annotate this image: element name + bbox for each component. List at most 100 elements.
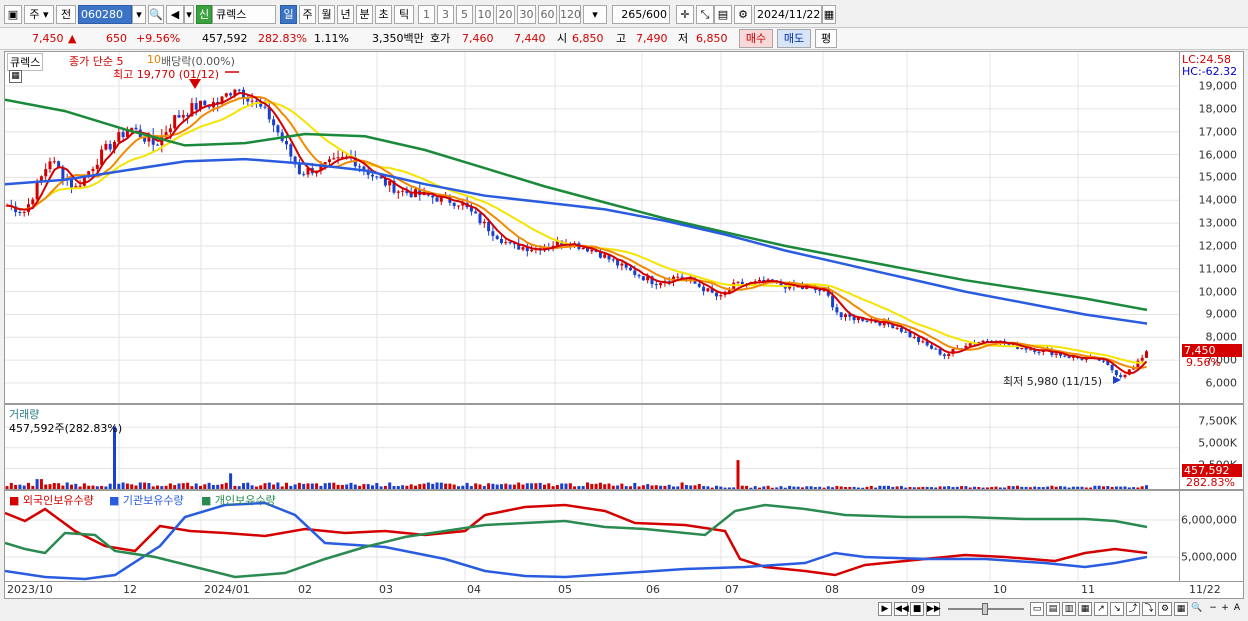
buy-button[interactable]: 매수 xyxy=(739,29,773,48)
candle-body xyxy=(680,276,684,278)
volume-bar xyxy=(237,486,241,489)
trend-icon-4[interactable]: ⤵ xyxy=(1142,602,1156,616)
settings-icon[interactable]: ⚙ xyxy=(1158,602,1172,616)
price-chart-pane[interactable]: 큐렉스 종가 단순 5 10 배당락(0.00%) ▦ 최고 19,770 (0… xyxy=(4,51,1180,404)
volume-bar xyxy=(637,486,641,489)
volume-bar xyxy=(156,485,159,489)
date-field[interactable]: 2024/11/22 xyxy=(754,5,822,24)
volume-bar xyxy=(801,487,804,489)
layout-icon-4[interactable]: ▦ xyxy=(1078,602,1092,616)
layout-icon-1[interactable]: ▭ xyxy=(1030,602,1044,616)
holdings-pane[interactable]: ■ 외국인보유수량 ■ 기관보유수량 ■ 개인보유수량 xyxy=(4,490,1180,582)
candle-body xyxy=(934,348,938,350)
interval-3[interactable]: 3 xyxy=(437,5,454,24)
speaker-icon[interactable]: ◀ xyxy=(166,5,184,24)
volume-bar xyxy=(1132,487,1136,489)
zoom-icon[interactable]: 🔍 xyxy=(1190,602,1204,616)
interval-5[interactable]: 5 xyxy=(456,5,473,24)
save-icon[interactable]: ▤ xyxy=(714,5,732,24)
grid-toggle-icon[interactable]: ▦ xyxy=(9,70,22,83)
interval-120[interactable]: 120 xyxy=(559,5,581,24)
balance-button[interactable]: 평 xyxy=(815,29,837,48)
tab-second[interactable]: 초 xyxy=(375,5,392,24)
tab-week[interactable]: 주 xyxy=(299,5,316,24)
candle-body xyxy=(1102,360,1105,362)
volume-bar xyxy=(280,486,284,489)
volume-bar xyxy=(702,486,706,489)
stock-name-field[interactable]: 큐렉스 xyxy=(212,5,276,24)
candle-body xyxy=(297,164,301,175)
rewind-icon[interactable]: ◀◀ xyxy=(894,602,909,616)
volume-bar xyxy=(302,483,306,489)
volume-bar xyxy=(362,484,366,489)
layout-icon-3[interactable]: ▥ xyxy=(1062,602,1076,616)
volume-bar xyxy=(676,486,680,489)
volume-bar xyxy=(91,485,95,489)
interval-30[interactable]: 30 xyxy=(517,5,536,24)
gear-icon[interactable]: ⚙ xyxy=(734,5,752,24)
search-icon[interactable]: 🔍 xyxy=(148,5,164,24)
volume-bar xyxy=(1054,486,1058,489)
x-label-04: 04 xyxy=(467,583,481,596)
price-axis: LC:24.58 HC:-62.32 19,000 18,000 17,000 16,… xyxy=(1180,51,1244,404)
count-field[interactable]: 265/600 xyxy=(612,5,670,24)
volume-bar xyxy=(620,483,624,489)
candle-body xyxy=(590,249,594,252)
tab-day[interactable]: 일 xyxy=(280,5,297,24)
volume-bar xyxy=(500,484,503,489)
candle-body xyxy=(95,164,99,169)
trend-icon-2[interactable]: ↘ xyxy=(1110,602,1124,616)
volume-bar xyxy=(426,482,430,489)
candle-body xyxy=(173,115,177,129)
tab-month[interactable]: 월 xyxy=(318,5,335,24)
pct-tag: 9.56% xyxy=(1186,356,1221,369)
scroll-right-icon[interactable]: ▶ xyxy=(878,602,892,616)
candle-body xyxy=(938,348,942,355)
volume-bar xyxy=(263,483,267,489)
volume-bar xyxy=(538,482,542,489)
volume-bar xyxy=(964,486,968,489)
interval-dropdown-icon[interactable]: ▾ xyxy=(583,5,607,24)
code-dropdown-icon[interactable]: ▾ xyxy=(132,5,146,24)
interval-60[interactable]: 60 xyxy=(538,5,557,24)
tab-tick[interactable]: 틱 xyxy=(394,5,414,24)
calendar-icon[interactable]: ▦ xyxy=(822,5,836,24)
volume-bar xyxy=(1123,486,1127,489)
stop-icon[interactable]: ■ xyxy=(910,602,924,616)
volume-bar xyxy=(336,484,340,489)
interval-20[interactable]: 20 xyxy=(496,5,515,24)
trend-icon-1[interactable]: ↗ xyxy=(1094,602,1108,616)
sell-button[interactable]: 매도 xyxy=(777,29,811,48)
interval-1[interactable]: 1 xyxy=(418,5,435,24)
text-tool-icon[interactable]: A xyxy=(1230,602,1244,616)
trend-icon-3[interactable]: ⤴ xyxy=(1126,602,1140,616)
tab-minute[interactable]: 분 xyxy=(356,5,373,24)
volume-bar xyxy=(568,483,572,489)
fast-forward-icon[interactable]: ▶▶ xyxy=(926,602,941,616)
prev-button[interactable]: 전 xyxy=(56,5,76,24)
interval-10[interactable]: 10 xyxy=(475,5,494,24)
min-price-label: 최저 5,980 (11/15) xyxy=(1003,375,1103,388)
crosshair-icon[interactable]: ✛ xyxy=(676,5,694,24)
volume-bar xyxy=(461,485,465,489)
volume-bar xyxy=(594,483,598,489)
zoom-slider-handle[interactable] xyxy=(982,603,988,615)
volume-pane[interactable]: 거래량 457,592주(282.83%) xyxy=(4,404,1180,490)
volume-bar xyxy=(482,485,486,489)
candle-body xyxy=(328,159,331,163)
candle-body xyxy=(1063,355,1067,357)
speaker-dropdown-icon[interactable]: ▾ xyxy=(184,5,194,24)
code-input[interactable]: 060280 xyxy=(78,5,132,24)
chart-window-icon[interactable]: ▣ xyxy=(4,5,22,24)
volume-bar xyxy=(783,487,787,489)
tab-year[interactable]: 년 xyxy=(337,5,354,24)
layout-icon-2[interactable]: ▤ xyxy=(1046,602,1060,616)
period-select[interactable]: 주 ▾ xyxy=(24,5,54,24)
grid-icon[interactable]: ▦ xyxy=(1174,602,1188,616)
toolbar: ▣ 주 ▾ 전 060280 ▾ 🔍 ◀ ▾ 신 큐렉스 일 주 월 년 분 초… xyxy=(0,0,1248,28)
drawing-tool-icon[interactable]: ⤡ xyxy=(696,5,714,24)
candle-body xyxy=(121,132,125,138)
volume-bar xyxy=(259,485,263,489)
volume-bar xyxy=(921,486,925,489)
volume-bar xyxy=(293,484,297,489)
